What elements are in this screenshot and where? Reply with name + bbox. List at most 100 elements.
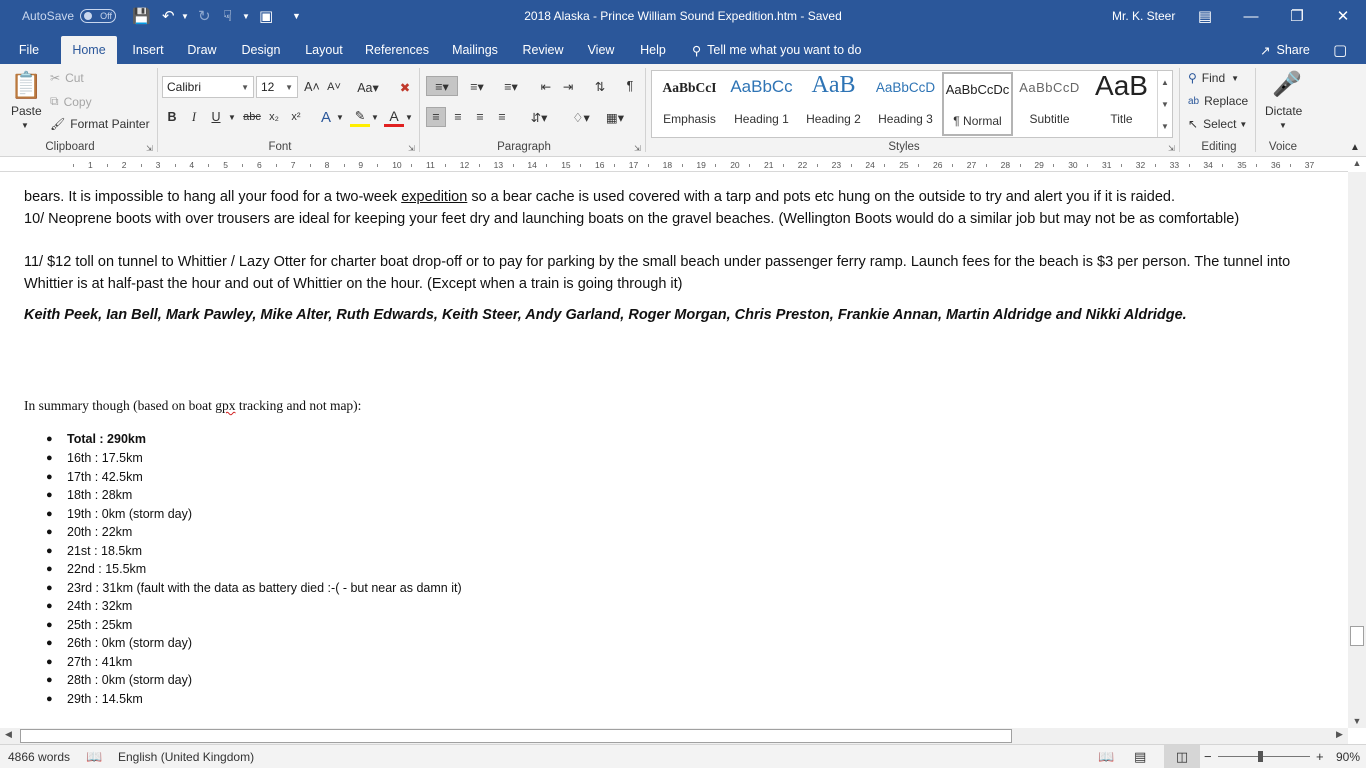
font-launcher-icon[interactable]: ⇲ <box>408 144 415 153</box>
restore-icon[interactable]: ❐ <box>1274 0 1320 32</box>
cut-button[interactable]: ✂ Cut <box>50 71 84 85</box>
style-emphasis[interactable]: AaBbCcI Emphasis <box>654 72 725 136</box>
spelling-error[interactable]: gpx <box>215 398 235 413</box>
zoom-out-icon[interactable]: − <box>1204 745 1212 768</box>
highlight-icon[interactable]: ✎ <box>350 107 370 127</box>
replace-button[interactable]: ab Replace <box>1188 94 1248 108</box>
tab-design[interactable]: Design <box>236 36 286 64</box>
show-formatting-icon[interactable]: ¶ <box>620 76 640 96</box>
find-button[interactable]: ⚲ Find ▼ <box>1188 71 1239 85</box>
close-icon[interactable]: ✕ <box>1320 0 1366 32</box>
bullets-icon[interactable]: ≡▾ <box>426 76 458 96</box>
tab-draw[interactable]: Draw <box>182 36 222 64</box>
multilevel-list-icon[interactable]: ≡▾ <box>496 76 526 96</box>
autosave-toggle[interactable]: Off <box>80 9 116 23</box>
sort-icon[interactable]: ⇅ <box>590 76 610 96</box>
styles-scroll[interactable]: ▲ ▼ ▼ <box>1157 71 1172 137</box>
scroll-right-icon[interactable]: ▶ <box>1336 729 1343 740</box>
tab-home[interactable]: Home <box>61 36 117 64</box>
align-left-icon[interactable]: ≡ <box>426 107 446 127</box>
zoom-level[interactable]: 90% <box>1336 745 1360 768</box>
line-spacing-icon[interactable]: ⇵▾ <box>524 107 554 127</box>
tab-file[interactable]: File <box>10 36 48 64</box>
scroll-down-icon[interactable]: ▼ <box>1348 716 1366 726</box>
redo-icon[interactable]: ↻ <box>198 0 211 32</box>
paste-dropdown-icon[interactable]: ▼ <box>21 121 29 130</box>
document-area[interactable]: bears. It is impossible to hang all your… <box>0 172 1348 728</box>
expedition-link[interactable]: expedition <box>401 189 467 205</box>
shading-icon[interactable]: ♢▾ <box>566 107 596 127</box>
subscript-icon[interactable]: x₂ <box>264 107 284 127</box>
text-effects-dropdown-icon[interactable]: ▼ <box>334 107 346 127</box>
undo-icon[interactable]: ↶ <box>162 0 175 32</box>
expand-gallery-icon[interactable]: ▼ <box>1161 122 1169 131</box>
justify-icon[interactable]: ≡ <box>492 107 512 127</box>
vertical-scroll-thumb[interactable] <box>1350 626 1364 646</box>
customize-qat-icon[interactable]: ▼ <box>292 0 301 32</box>
clipboard-launcher-icon[interactable]: ⇲ <box>146 144 153 153</box>
read-mode-icon[interactable]: 📖 <box>1098 745 1114 768</box>
style-heading-3[interactable]: AaBbCcD Heading 3 <box>870 72 941 136</box>
scroll-up-icon[interactable]: ▲ <box>1348 158 1366 172</box>
underline-dropdown-icon[interactable]: ▼ <box>226 107 238 127</box>
paste-button[interactable]: Paste <box>11 104 42 118</box>
zoom-slider[interactable] <box>1218 756 1310 757</box>
tell-me-search[interactable]: ⚲ Tell me what you want to do <box>692 36 861 64</box>
copy-button[interactable]: ⧉ Copy <box>50 94 92 109</box>
vertical-scrollbar[interactable]: ▼ <box>1348 172 1366 728</box>
change-case-icon[interactable]: Aa▾ <box>354 77 382 97</box>
save-icon[interactable]: 💾 <box>132 0 151 32</box>
tab-layout[interactable]: Layout <box>299 36 349 64</box>
strikethrough-icon[interactable]: abc <box>241 107 263 127</box>
clear-formatting-icon[interactable]: ✖ <box>395 77 415 97</box>
minimize-icon[interactable]: — <box>1228 0 1274 32</box>
horizontal-scroll-thumb[interactable] <box>20 729 1012 743</box>
touch-dropdown-icon[interactable]: ▼ <box>242 0 250 32</box>
numbering-icon[interactable]: ≡▾ <box>462 76 492 96</box>
share-button[interactable]: ↗ Share <box>1260 36 1310 64</box>
underline-icon[interactable]: U <box>206 107 226 127</box>
paste-icon[interactable]: 📋 <box>10 70 42 100</box>
comments-icon[interactable]: ▢ <box>1333 36 1347 64</box>
style-normal[interactable]: AaBbCcDc ¶ Normal <box>942 72 1013 136</box>
horizontal-ruler[interactable]: 1 2 3 4 5 6 7 8 9 10 11 12 13 14 15 16 17 18 19 20 21 22 23 24 2… <box>0 158 1348 172</box>
align-center-icon[interactable]: ≡ <box>448 107 468 127</box>
styles-launcher-icon[interactable]: ⇲ <box>1168 144 1175 153</box>
user-name[interactable]: Mr. K. Steer <box>1112 0 1175 32</box>
style-heading-1[interactable]: AaBbCc Heading 1 <box>726 72 797 136</box>
superscript-icon[interactable]: x² <box>286 107 306 127</box>
collapse-ribbon-icon[interactable]: ▲ <box>1350 142 1360 153</box>
language-indicator[interactable]: English (United Kingdom) <box>118 745 254 768</box>
tab-view[interactable]: View <box>582 36 620 64</box>
paragraph-launcher-icon[interactable]: ⇲ <box>634 144 641 153</box>
text-effects-icon[interactable]: A <box>316 107 336 127</box>
tab-insert[interactable]: Insert <box>126 36 170 64</box>
shrink-font-icon[interactable]: A˅ <box>324 77 344 97</box>
print-layout-icon[interactable]: ▤ <box>1134 745 1146 768</box>
microphone-icon[interactable]: 🎤 <box>1272 70 1302 99</box>
dictate-dropdown-icon[interactable]: ▼ <box>1279 121 1287 130</box>
style-heading-2[interactable]: AaB Heading 2 <box>798 72 869 136</box>
format-painter-button[interactable]: 🖌 Format Painter <box>50 117 150 131</box>
zoom-in-icon[interactable]: + <box>1316 745 1324 768</box>
decrease-indent-icon[interactable]: ⇤ <box>536 76 556 96</box>
style-title[interactable]: AaB Title <box>1086 70 1157 136</box>
grow-font-icon[interactable]: A˄ <box>302 77 322 97</box>
tab-help[interactable]: Help <box>634 36 672 64</box>
chevron-up-icon[interactable]: ▲ <box>1161 78 1169 87</box>
zoom-slider-handle[interactable] <box>1258 751 1263 762</box>
horizontal-scrollbar[interactable]: ◀ ▶ <box>0 728 1348 744</box>
highlight-dropdown-icon[interactable]: ▼ <box>369 107 381 127</box>
font-name-combo[interactable]: Calibri ▼ <box>162 76 254 98</box>
tab-review[interactable]: Review <box>518 36 568 64</box>
tab-references[interactable]: References <box>362 36 432 64</box>
font-color-dropdown-icon[interactable]: ▼ <box>403 107 415 127</box>
borders-icon[interactable]: ▦▾ <box>600 107 630 127</box>
font-color-icon[interactable]: A <box>384 107 404 127</box>
bold-icon[interactable]: B <box>162 107 182 127</box>
align-right-icon[interactable]: ≡ <box>470 107 490 127</box>
undo-dropdown-icon[interactable]: ▼ <box>181 0 189 32</box>
touch-mode-icon[interactable]: ☟ <box>223 0 232 32</box>
dictate-button[interactable]: Dictate <box>1265 104 1302 118</box>
fullscreen-icon[interactable]: ▣ <box>259 0 273 32</box>
